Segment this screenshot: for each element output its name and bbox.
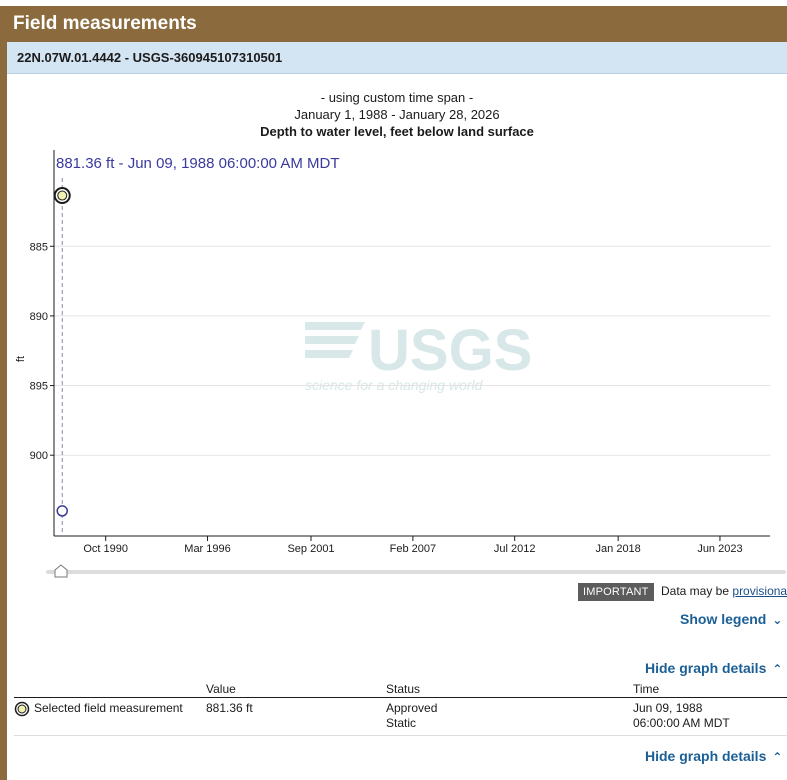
chevron-up-icon: ⌃ [772,750,783,764]
y-tick-label: 900 [30,450,48,462]
hide-graph-details-toggle[interactable]: Hide graph details ⌃ [645,660,782,676]
details-header-empty [14,682,206,698]
time-slider-handle[interactable] [54,564,68,578]
x-tick-label: Oct 1990 [83,543,128,555]
measurement-status-cell: Approved Static [386,697,633,736]
hide-graph-details-label: Hide graph details [645,660,767,676]
time-slider-track[interactable] [46,570,786,574]
usgs-watermark: USGS science for a changing world [305,318,532,393]
measurement-label: Selected field measurement [34,701,183,716]
show-legend-label: Show legend [680,611,767,627]
y-axis-label: ft [15,356,27,362]
watermark-tagline: science for a changing world [305,377,484,393]
measurement-status-type: Static [386,716,417,730]
x-tick-label: Jan 2018 [596,543,641,555]
hide-graph-details-toggle-bottom[interactable]: Hide graph details ⌃ [645,748,782,764]
selected-marker-icon [14,701,30,717]
hover-value-label: 881.36 ft - Jun 09, 1988 06:00:00 AM MDT [56,155,340,172]
x-tick-label: Mar 1996 [184,543,230,555]
y-tick-label: 885 [30,241,48,253]
hide-graph-details-bottom-label: Hide graph details [645,748,767,764]
measurement-status-approval: Approved [386,701,438,715]
chart-svg[interactable]: USGS science for a changing world 885 890… [0,0,787,600]
measurement-value: 881.36 ft [206,697,386,736]
graph-details-table: Value Status Time Selected field measure… [14,682,787,736]
measurement-label-cell: Selected field measurement [14,697,206,736]
x-tick-label: Sep 2001 [287,543,334,555]
details-header-value: Value [206,682,386,698]
chevron-down-icon: ⌄ [772,613,783,627]
y-tick-label: 890 [30,311,48,323]
x-tick-label: Jul 2012 [494,543,536,555]
provisional-link[interactable]: provisional [732,584,787,598]
y-tick-label: 895 [30,381,48,393]
provisional-notice-text: Data may be [661,584,730,598]
x-tick-label: Feb 2007 [390,543,436,555]
watermark-logo-text: USGS [368,318,532,383]
measurement-time: 06:00:00 AM MDT [633,716,730,730]
x-tick-label: Jun 2023 [697,543,742,555]
data-point[interactable] [56,505,68,517]
details-header-time: Time [633,682,787,698]
details-header-row: Value Status Time [14,682,787,698]
show-legend-toggle[interactable]: Show legend ⌄ [680,611,782,627]
measurement-time-cell: Jun 09, 1988 06:00:00 AM MDT [633,697,787,736]
details-header-status: Status [386,682,633,698]
slider-handle-icon [54,564,68,578]
measurement-date: Jun 09, 1988 [633,701,703,715]
provisional-notice: Data may be provisional [661,584,787,598]
important-badge: IMPORTANT [578,583,654,601]
chevron-up-icon: ⌃ [772,662,783,676]
selected-data-point[interactable] [53,187,71,205]
table-row: Selected field measurement 881.36 ft App… [14,697,787,736]
usgs-wave-logo [305,322,365,358]
